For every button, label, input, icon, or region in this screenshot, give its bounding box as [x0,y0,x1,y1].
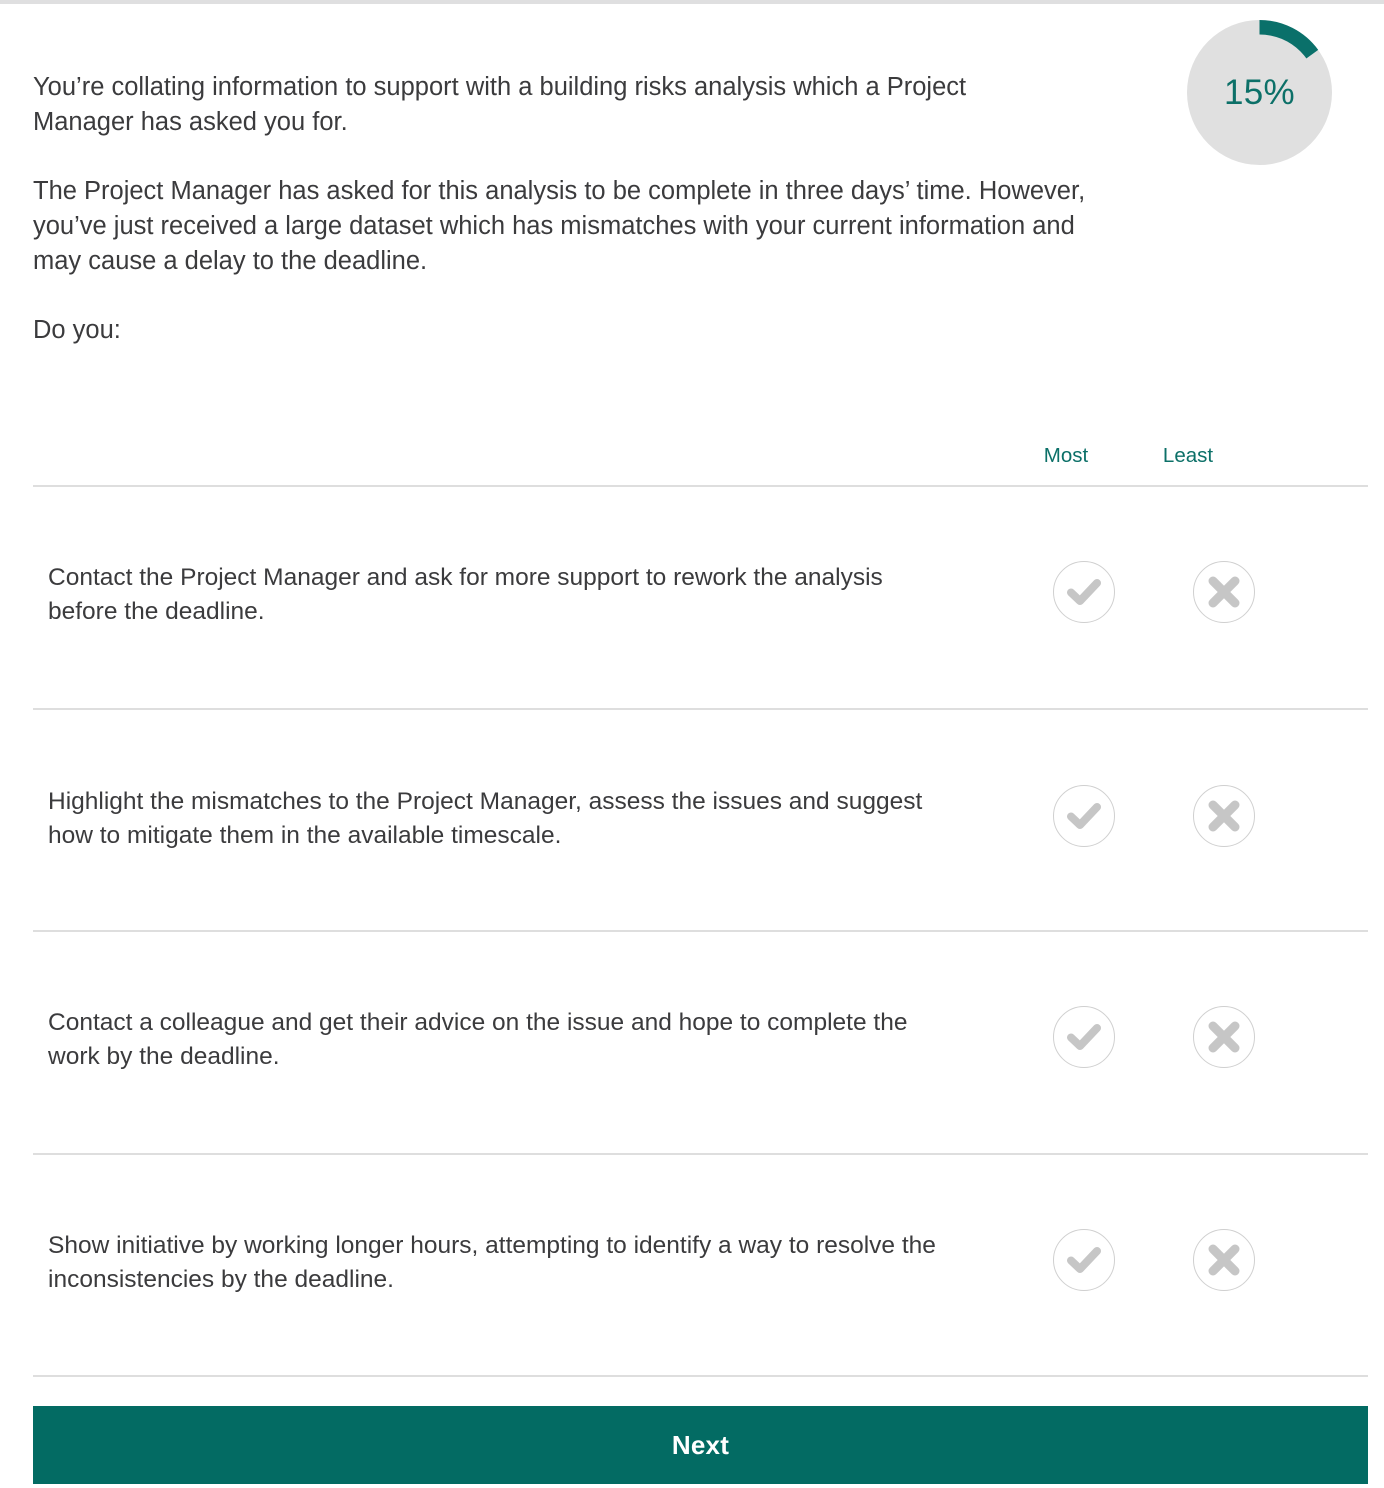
table-row: Contact the Project Manager and ask for … [0,485,1384,708]
cross-icon [1208,800,1240,832]
option-text: Highlight the mismatches to the Project … [48,788,923,849]
cross-icon [1208,1021,1240,1053]
option-3-least-choice[interactable] [1193,1006,1255,1068]
column-header-most: Most [1043,444,1089,467]
next-button[interactable]: Next [33,1406,1368,1484]
table-row: Highlight the mismatches to the Project … [0,708,1384,930]
option-text: Contact a colleague and get their advice… [48,1009,908,1070]
option-3-most-choice[interactable] [1053,1006,1115,1068]
option-1-least-choice[interactable] [1193,561,1255,623]
progress-percent-label: 15% [1224,72,1295,112]
option-2-least-choice[interactable] [1193,785,1255,847]
scenario-paragraph-1: You’re collating information to support … [33,73,967,136]
assessment-page: 15% You’re collating information to supp… [0,4,1384,1488]
option-1-most-choice[interactable] [1053,561,1115,623]
scenario-paragraph-2: The Project Manager has asked for this a… [33,176,1086,275]
cross-icon [1208,1244,1240,1276]
option-text: Contact the Project Manager and ask for … [48,564,883,625]
table-row: Contact a colleague and get their advice… [0,930,1384,1153]
progress-ring: 15% [1187,20,1332,165]
check-icon [1067,1024,1101,1050]
option-2-most-choice[interactable] [1053,785,1115,847]
divider-bottom [33,1375,1368,1377]
scenario-prompt: You’re collating information to support … [33,70,1085,348]
column-header-least: Least [1162,444,1214,467]
check-icon [1067,1247,1101,1273]
check-icon [1067,803,1101,829]
table-row: Show initiative by working longer hours,… [0,1153,1384,1375]
option-4-least-choice[interactable] [1193,1229,1255,1291]
option-text: Show initiative by working longer hours,… [48,1232,936,1293]
cross-icon [1208,576,1240,608]
check-icon [1067,579,1101,605]
option-4-most-choice[interactable] [1053,1229,1115,1291]
scenario-question-lead: Do you: [33,315,121,344]
